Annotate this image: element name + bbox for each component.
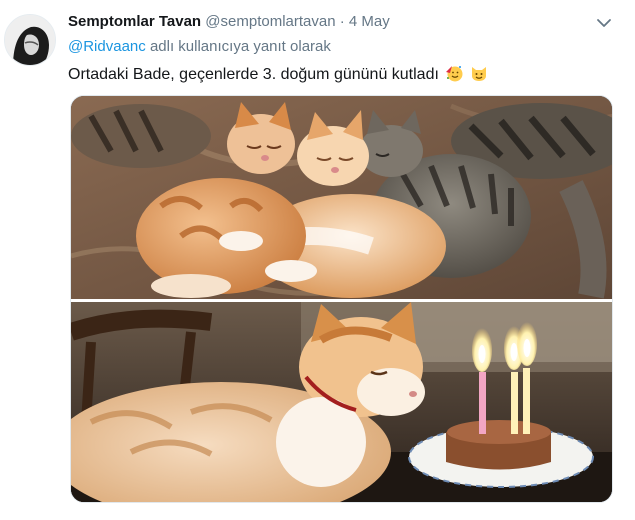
tweet-body: Ortadaki Bade, geçenlerde 3. doğum günün… (68, 66, 439, 83)
reply-mention-link[interactable]: @Ridvaanc (68, 38, 146, 55)
chevron-down-icon[interactable] (595, 14, 613, 32)
smiling-cat-emoji (470, 64, 488, 82)
tweet-date[interactable]: 4 May (349, 13, 390, 30)
sleeping-cats-image (71, 96, 612, 299)
birthday-cat-image (71, 302, 612, 502)
reply-context: @Ridvaanc adlı kullanıcıya yanıt olarak (68, 38, 331, 55)
media-photo-sleeping-cats[interactable] (71, 96, 612, 299)
user-handle[interactable]: @semptomlartavan (205, 13, 335, 30)
tweet-header: Semptomlar Tavan @semptomlartavan · 4 Ma… (68, 13, 615, 33)
avatar-image (5, 15, 55, 65)
tweet-media[interactable] (70, 95, 613, 503)
media-photo-birthday-cat[interactable] (71, 302, 612, 502)
tweet-text: Ortadaki Bade, geçenlerde 3. doğum günün… (68, 64, 488, 84)
display-name[interactable]: Semptomlar Tavan (68, 13, 201, 30)
partying-face-emoji (445, 64, 463, 82)
separator-dot: · (339, 13, 345, 30)
avatar[interactable] (4, 14, 56, 66)
reply-label: adlı kullanıcıya yanıt olarak (149, 38, 331, 55)
